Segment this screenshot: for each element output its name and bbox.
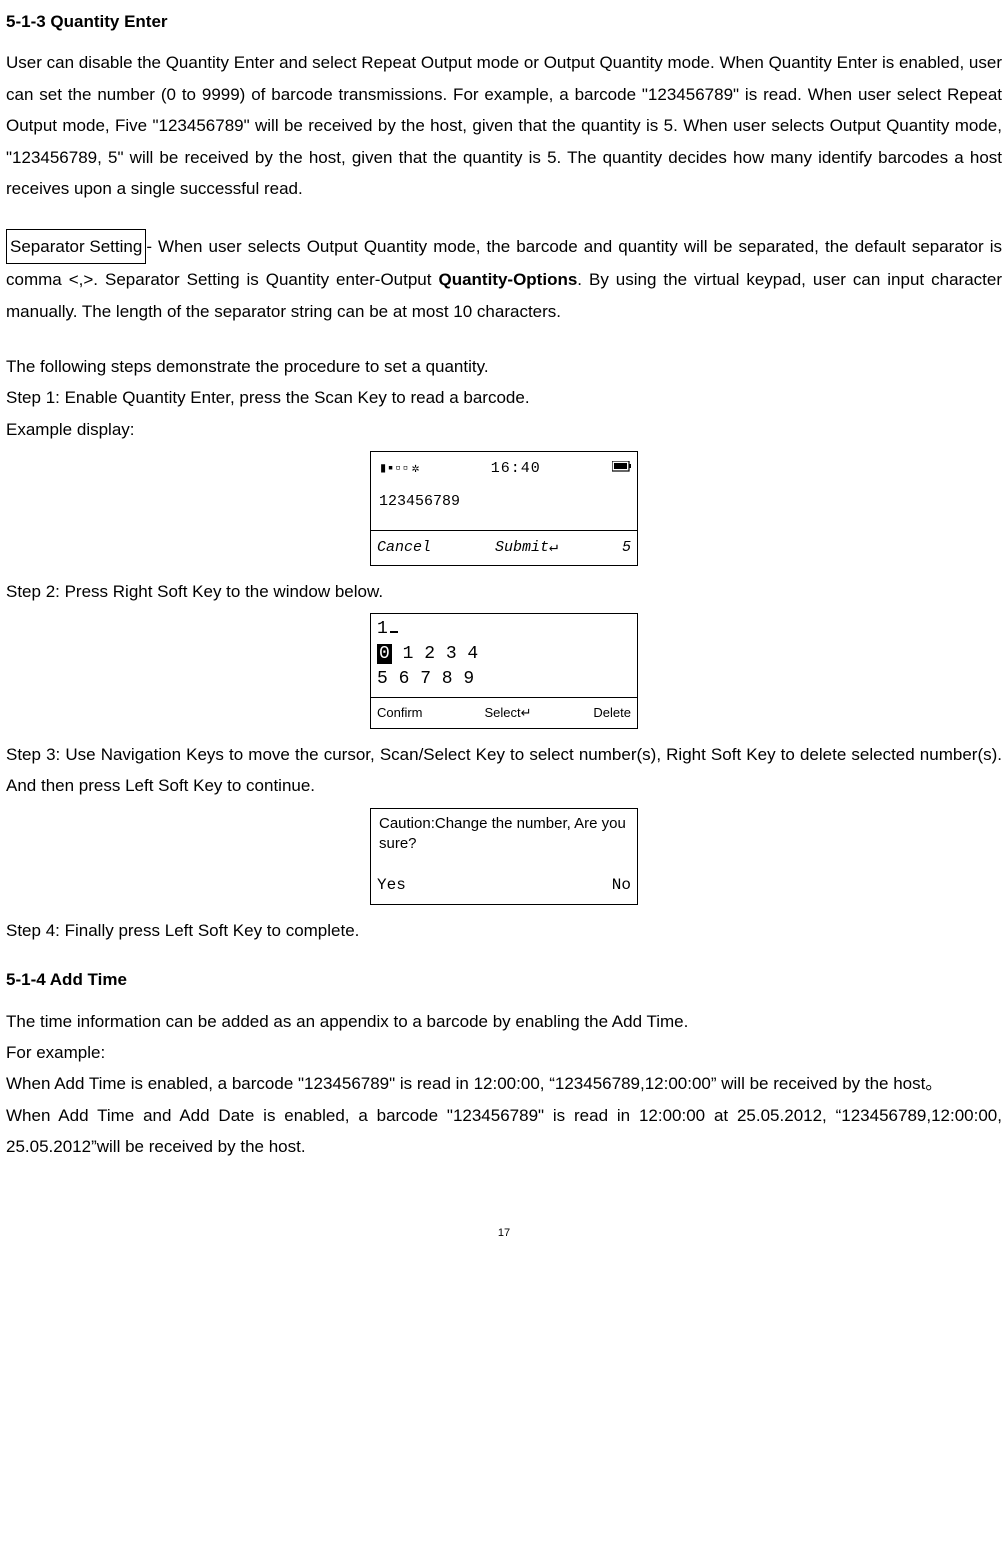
left-softkey[interactable]: Confirm — [377, 701, 423, 725]
input-line: 1 — [377, 617, 631, 642]
softkey-row-1: Cancel Submit↵ 5 — [371, 530, 637, 565]
mid-softkey[interactable]: Select↵ — [484, 701, 531, 725]
step-3: Step 3: Use Navigation Keys to move the … — [6, 739, 1002, 802]
step-2: Step 2: Press Right Soft Key to the wind… — [6, 576, 1002, 607]
device-screen-2: 1 0 1 2 3 4 5 6 7 8 9 Confirm Select↵ De… — [370, 613, 638, 729]
mid-softkey[interactable]: Submit↵ — [495, 534, 558, 562]
cursor-icon — [390, 631, 398, 633]
para-513-intro: User can disable the Quantity Enter and … — [6, 47, 1002, 204]
example-display-label: Example display: — [6, 414, 1002, 445]
addtime-para-2: When Add Time is enabled, a barcode "123… — [6, 1068, 1002, 1099]
step-4: Step 4: Finally press Left Soft Key to c… — [6, 915, 1002, 946]
addtime-para-1: The time information can be added as an … — [6, 1006, 1002, 1037]
addtime-para-3: When Add Time and Add Date is enabled, a… — [6, 1100, 1002, 1163]
yes-no-row: Yes No — [371, 868, 637, 904]
boxed-separator-setting: Separator Setting — [6, 229, 146, 264]
para-separator: Separator Setting- When user selects Out… — [6, 229, 1002, 327]
signal-and-gear: ▮▪▫▫✲ — [379, 455, 419, 483]
right-softkey[interactable]: 5 — [622, 534, 631, 562]
number-entry-area: 1 0 1 2 3 4 5 6 7 8 9 — [371, 614, 637, 697]
yes-softkey[interactable]: Yes — [377, 871, 406, 901]
no-softkey[interactable]: No — [612, 871, 631, 901]
right-softkey[interactable]: Delete — [593, 701, 631, 725]
left-softkey[interactable]: Cancel — [377, 534, 431, 562]
caution-message: Caution:Change the number, Are you sure? — [371, 809, 637, 869]
device-screen-1: ▮▪▫▫✲ 16:40 123456789 Cancel Submit↵ 5 — [370, 451, 638, 565]
device-screen-3: Caution:Change the number, Are you sure?… — [370, 808, 638, 905]
numpad-row-2[interactable]: 5 6 7 8 9 — [377, 667, 631, 692]
section-heading-514: 5-1-4 Add Time — [6, 964, 1002, 995]
page-number: 17 — [6, 1223, 1002, 1243]
section-heading-513: 5-1-3 Quantity Enter — [6, 6, 1002, 37]
for-example-label: For example: — [6, 1037, 1002, 1068]
time-display: 16:40 — [491, 455, 541, 483]
battery-icon — [612, 455, 632, 483]
barcode-readout: 123456789 — [371, 486, 637, 530]
quantity-options-bold: Quantity-Options — [438, 270, 577, 289]
highlighted-digit[interactable]: 0 — [377, 644, 392, 664]
input-prefix: 1 — [377, 619, 388, 639]
gear-icon: ✲ — [412, 461, 420, 476]
procedure-intro: The following steps demonstrate the proc… — [6, 351, 1002, 382]
row1-rest[interactable]: 1 2 3 4 — [392, 644, 478, 664]
softkey-row-2: Confirm Select↵ Delete — [371, 697, 637, 728]
signal-icon: ▮▪▫▫ — [379, 461, 409, 477]
step-1: Step 1: Enable Quantity Enter, press the… — [6, 382, 1002, 413]
numpad-row-1[interactable]: 0 1 2 3 4 — [377, 642, 631, 667]
status-bar: ▮▪▫▫✲ 16:40 — [371, 452, 637, 486]
